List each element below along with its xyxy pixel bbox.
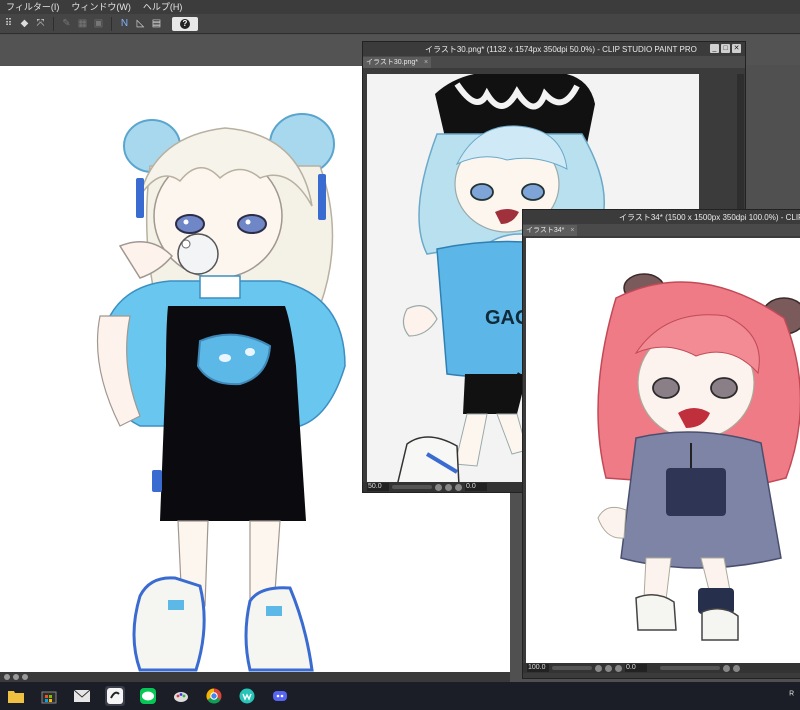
illustration-girl-pink — [597, 273, 800, 641]
menu-window[interactable]: ウィンドウ(W) — [65, 0, 137, 14]
document-tabbar-2: イラスト34* × — [523, 224, 800, 236]
paint-palette-icon[interactable] — [171, 686, 191, 706]
layers-icon[interactable]: ▤ — [150, 17, 163, 30]
menu-filter[interactable]: フィルター(I) — [0, 0, 65, 14]
document-statusbar-1: 50.0 0.0 — [363, 482, 523, 492]
pen-icon[interactable]: ✎ — [60, 17, 73, 30]
document-title-1: イラスト30.png* (1132 x 1574px 350dpi 50.0%)… — [363, 42, 745, 56]
status-dot-icon[interactable] — [13, 674, 19, 680]
crop-icon[interactable]: ◺ — [134, 17, 147, 30]
tab-label: イラスト34* — [526, 227, 565, 234]
clip-studio-icon[interactable] — [105, 686, 125, 706]
document-window-2[interactable]: イラスト34* (1500 x 1500px 350dpi 100.0%) - … — [522, 209, 800, 679]
help-icon: ? — [180, 18, 190, 29]
zoom-slider[interactable] — [392, 485, 432, 489]
select-icon[interactable]: ▣ — [92, 17, 105, 30]
rotate-left-icon[interactable] — [723, 664, 730, 672]
mail-icon[interactable] — [72, 686, 92, 706]
discord-icon[interactable] — [270, 686, 290, 706]
tab-illust30[interactable]: イラスト30.png* × — [363, 56, 432, 68]
close-icon[interactable]: ✕ — [732, 44, 741, 53]
grid-icon[interactable]: ⠿ — [2, 17, 15, 30]
windows-taskbar: ᴿ — [0, 682, 800, 710]
help-button[interactable]: ? — [172, 16, 198, 31]
main-canvas-statusbar — [0, 672, 510, 682]
window-controls: _ □ ✕ — [710, 44, 741, 53]
ruler-icon[interactable]: N — [118, 17, 131, 30]
menu-help[interactable]: ヘルプ(H) — [137, 0, 189, 14]
horizontal-scrollbar[interactable] — [660, 666, 720, 670]
tray-indicator[interactable]: ᴿ — [789, 690, 794, 701]
zoom-out-icon[interactable] — [435, 483, 442, 491]
tab-label: イラスト30.png* — [366, 59, 418, 66]
zoom-slider[interactable] — [552, 666, 592, 670]
fill-icon[interactable]: ▦ — [76, 17, 89, 30]
zoom-field[interactable]: 50.0 — [367, 483, 389, 491]
angle-field[interactable]: 0.0 — [465, 483, 487, 491]
minimize-icon[interactable]: _ — [710, 44, 719, 53]
zoom-field[interactable]: 100.0 — [527, 664, 549, 672]
document-title-2: イラスト34* (1500 x 1500px 350dpi 100.0%) - … — [523, 210, 800, 224]
rotate-right-icon[interactable] — [733, 664, 740, 672]
zoom-in-icon[interactable] — [445, 483, 452, 491]
file-explorer-icon[interactable] — [6, 686, 26, 706]
command-bar: ⠿ ◆ ⤧ ✎ ▦ ▣ N ◺ ▤ ? — [0, 14, 800, 34]
toolbar-divider — [111, 16, 112, 31]
tab-close-icon[interactable]: × — [424, 59, 428, 66]
maximize-icon[interactable]: □ — [721, 44, 730, 53]
angle-field[interactable]: 0.0 — [625, 664, 647, 672]
transform-icon[interactable]: ⤧ — [34, 17, 47, 30]
zoom-in-icon[interactable] — [605, 664, 612, 672]
tab-illust34[interactable]: イラスト34* × — [523, 224, 578, 236]
toolbar-divider — [53, 16, 54, 31]
chrome-icon[interactable] — [204, 686, 224, 706]
status-dot-icon[interactable] — [4, 674, 10, 680]
eraser-icon[interactable]: ◆ — [18, 17, 31, 30]
tab-close-icon[interactable]: × — [570, 227, 574, 234]
document-canvas-2[interactable] — [526, 238, 800, 664]
fit-icon[interactable] — [455, 483, 462, 491]
menubar: フィルター(I) ウィンドウ(W) ヘルプ(H) — [0, 0, 800, 14]
app-w-icon[interactable] — [237, 686, 257, 706]
line-icon[interactable] — [138, 686, 158, 706]
status-dot-icon[interactable] — [22, 674, 28, 680]
clip-studio-window: フィルター(I) ウィンドウ(W) ヘルプ(H) ⠿ ◆ ⤧ ✎ ▦ ▣ N ◺… — [0, 0, 800, 710]
document-statusbar-2: 100.0 0.0 — [523, 663, 800, 673]
zoom-out-icon[interactable] — [595, 664, 602, 672]
document-tabbar-1: イラスト30.png* × — [363, 56, 745, 68]
fit-icon[interactable] — [615, 664, 622, 672]
store-icon[interactable] — [39, 686, 59, 706]
